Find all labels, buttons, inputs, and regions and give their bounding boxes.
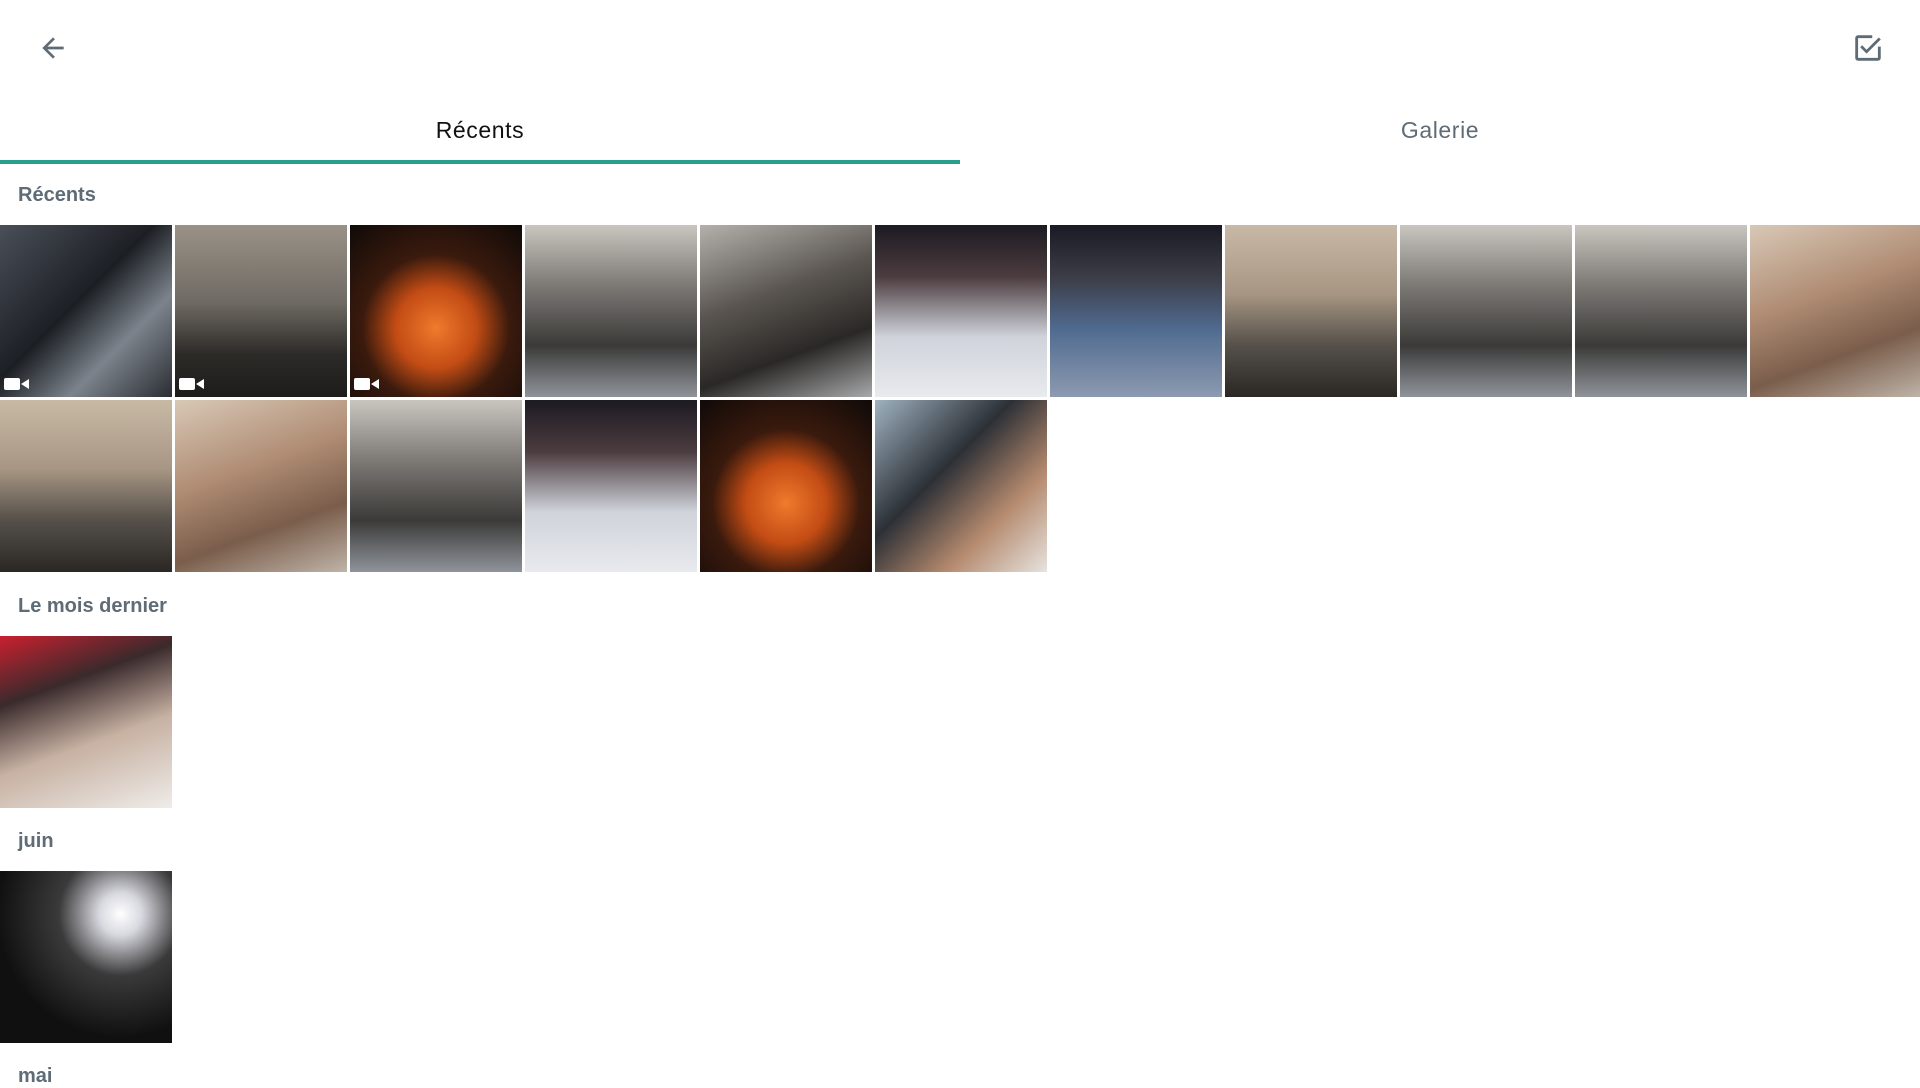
back-button[interactable] (25, 20, 81, 76)
media-thumbnail-photo[interactable] (700, 225, 872, 397)
media-thumbnail-photo[interactable] (175, 400, 347, 572)
media-thumbnail-photo[interactable] (700, 400, 872, 572)
arrow-left-icon (42, 37, 64, 59)
media-thumbnail-video[interactable] (175, 225, 347, 397)
tab-bar: Récents Galerie (0, 96, 1920, 164)
section-label-last-month: Le mois dernier (18, 595, 167, 617)
tab-recents-label: Récents (435, 116, 525, 143)
video-camera-icon (179, 378, 204, 390)
media-thumbnail-photo[interactable] (1225, 225, 1397, 397)
media-thumbnail-photo[interactable] (350, 400, 522, 572)
section-label-recents: Récents (18, 184, 96, 206)
checkbox-checked-icon (1855, 35, 1881, 61)
media-thumbnail-photo[interactable] (0, 636, 172, 808)
media-thumbnail-photo[interactable] (0, 400, 172, 572)
section-label-may: mai (18, 1065, 53, 1087)
tab-gallery-label: Galerie (1400, 116, 1480, 143)
media-thumbnail-photo[interactable] (1050, 225, 1222, 397)
media-thumbnail-photo[interactable] (0, 871, 172, 1043)
media-thumbnail-photo[interactable] (525, 400, 697, 572)
media-thumbnail-video[interactable] (350, 225, 522, 397)
media-thumbnail-photo[interactable] (525, 225, 697, 397)
select-mode-button[interactable] (1840, 20, 1896, 76)
section-label-june: juin (18, 830, 54, 852)
video-camera-icon (4, 378, 29, 390)
media-thumbnail-photo[interactable] (1400, 225, 1572, 397)
media-thumbnail-photo[interactable] (875, 225, 1047, 397)
top-bar (0, 0, 1920, 96)
media-thumbnail-photo[interactable] (1750, 225, 1920, 397)
tab-recents[interactable]: Récents (0, 96, 960, 164)
media-thumbnail-photo[interactable] (875, 400, 1047, 572)
video-camera-icon (354, 378, 379, 390)
tab-gallery[interactable]: Galerie (960, 96, 1920, 164)
media-thumbnail-video[interactable] (0, 225, 172, 397)
media-thumbnail-photo[interactable] (1575, 225, 1747, 397)
